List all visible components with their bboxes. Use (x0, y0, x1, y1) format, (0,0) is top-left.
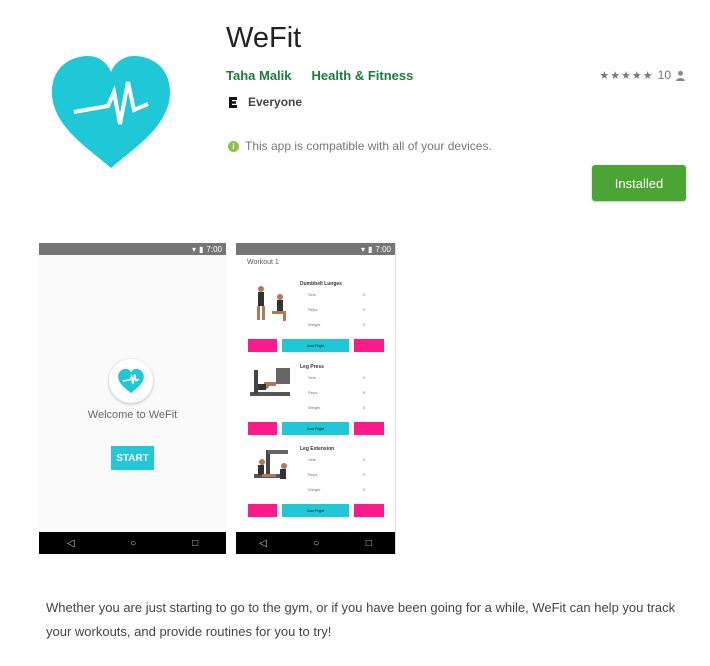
exercise-name: Leg Extension (300, 446, 335, 452)
battery-icon: ▮ (199, 244, 204, 254)
workout-heading: Workout 1 (247, 259, 279, 266)
field-label: Sets (308, 375, 317, 380)
too-hard-button[interactable] (354, 339, 384, 352)
too-hard-button[interactable] (354, 422, 384, 435)
field-value[interactable]: 0 (363, 375, 365, 380)
field-label: Reps (308, 472, 318, 477)
wifi-icon: ▾ (361, 244, 366, 254)
category-link[interactable]: Health & Fitness (312, 68, 414, 83)
field-value[interactable]: 0 (363, 405, 365, 410)
just-right-button[interactable]: Just Right (282, 504, 349, 517)
field-value[interactable]: 0 (363, 322, 365, 327)
field-label: Reps (308, 307, 318, 312)
app-description: Whether you are just starting to go to t… (46, 600, 676, 639)
leg-extension-image (254, 450, 288, 479)
exercise-card: Leg Press Sets 0 Reps 0 Weight 0 Just Ri… (236, 360, 395, 440)
leg-press-image (250, 368, 290, 396)
field-label: Sets (308, 292, 317, 297)
field-value[interactable]: 0 (363, 390, 365, 395)
too-easy-button[interactable] (248, 504, 277, 517)
field-label: Weight (308, 487, 321, 492)
android-nav-bar: ◁ ○ □ (236, 532, 395, 554)
field-value[interactable]: 0 (363, 292, 365, 297)
home-icon[interactable]: ○ (130, 538, 136, 549)
just-right-button[interactable]: Just Right (282, 339, 349, 352)
status-bar: ▾ ▮ 7:00 (236, 243, 395, 255)
android-nav-bar: ◁ ○ □ (39, 532, 226, 554)
field-value[interactable]: 0 (363, 472, 365, 477)
content-rating: Everyone (226, 95, 302, 109)
too-hard-button[interactable] (354, 504, 384, 517)
back-icon[interactable]: ◁ (259, 538, 267, 549)
exercise-name: Leg Press (300, 364, 324, 370)
developer-link[interactable]: Taha Malik (226, 68, 292, 83)
app-icon (52, 56, 170, 168)
wefit-logo (109, 359, 153, 403)
back-icon[interactable]: ◁ (67, 538, 75, 549)
content-rating-label: Everyone (248, 95, 303, 109)
recents-icon[interactable]: □ (192, 538, 198, 549)
esrb-everyone-icon (227, 96, 239, 108)
exercise-card: Dumbbell Lunges Sets 0 Reps 0 Weight 0 J… (236, 277, 395, 357)
rating-count: 10 (657, 68, 671, 82)
wifi-icon: ▾ (192, 244, 197, 254)
dumbbell-lunges-image (257, 286, 286, 321)
field-value[interactable]: 0 (363, 307, 365, 312)
field-label: Reps (308, 390, 318, 395)
heart-icon (118, 368, 144, 394)
person-icon (676, 70, 685, 81)
field-label: Weight (308, 322, 321, 327)
field-label: Sets (308, 457, 317, 462)
compatibility-note: i This app is compatible with all of you… (228, 139, 492, 153)
info-icon: i (228, 140, 239, 152)
start-button[interactable]: START (111, 446, 154, 470)
exercise-card: Leg Extension Sets 0 Reps 0 Weight 0 Jus… (236, 442, 395, 522)
welcome-text: Welcome to WeFit (87, 409, 178, 421)
compatibility-text: This app is compatible with all of your … (245, 139, 492, 153)
field-label: Weight (308, 405, 321, 410)
battery-icon: ▮ (368, 244, 373, 254)
field-value[interactable]: 0 (363, 457, 365, 462)
status-time: 7:00 (375, 244, 391, 254)
rating: ★★★★★ 10 (599, 68, 686, 82)
app-title: WeFit (226, 22, 302, 54)
field-value[interactable]: 0 (363, 487, 365, 492)
home-icon[interactable]: ○ (313, 538, 319, 549)
installed-button[interactable]: Installed (592, 165, 686, 201)
too-easy-button[interactable] (248, 422, 277, 435)
rating-stars: ★★★★★ (599, 69, 654, 82)
app-meta: Taha Malik Health & Fitness (226, 68, 413, 83)
status-bar: ▾ ▮ 7:00 (39, 243, 226, 255)
recents-icon[interactable]: □ (366, 538, 372, 549)
too-easy-button[interactable] (248, 339, 277, 352)
status-time: 7:00 (206, 244, 222, 254)
exercise-name: Dumbbell Lunges (300, 281, 342, 287)
screenshot-workout[interactable]: ▾ ▮ 7:00 Workout 1 Dumbbell Lunges Sets … (236, 243, 396, 554)
screenshot-welcome[interactable]: ▾ ▮ 7:00 Welcome to WeFit START ◁ ○ □ (39, 243, 226, 554)
just-right-button[interactable]: Just Right (282, 422, 349, 435)
